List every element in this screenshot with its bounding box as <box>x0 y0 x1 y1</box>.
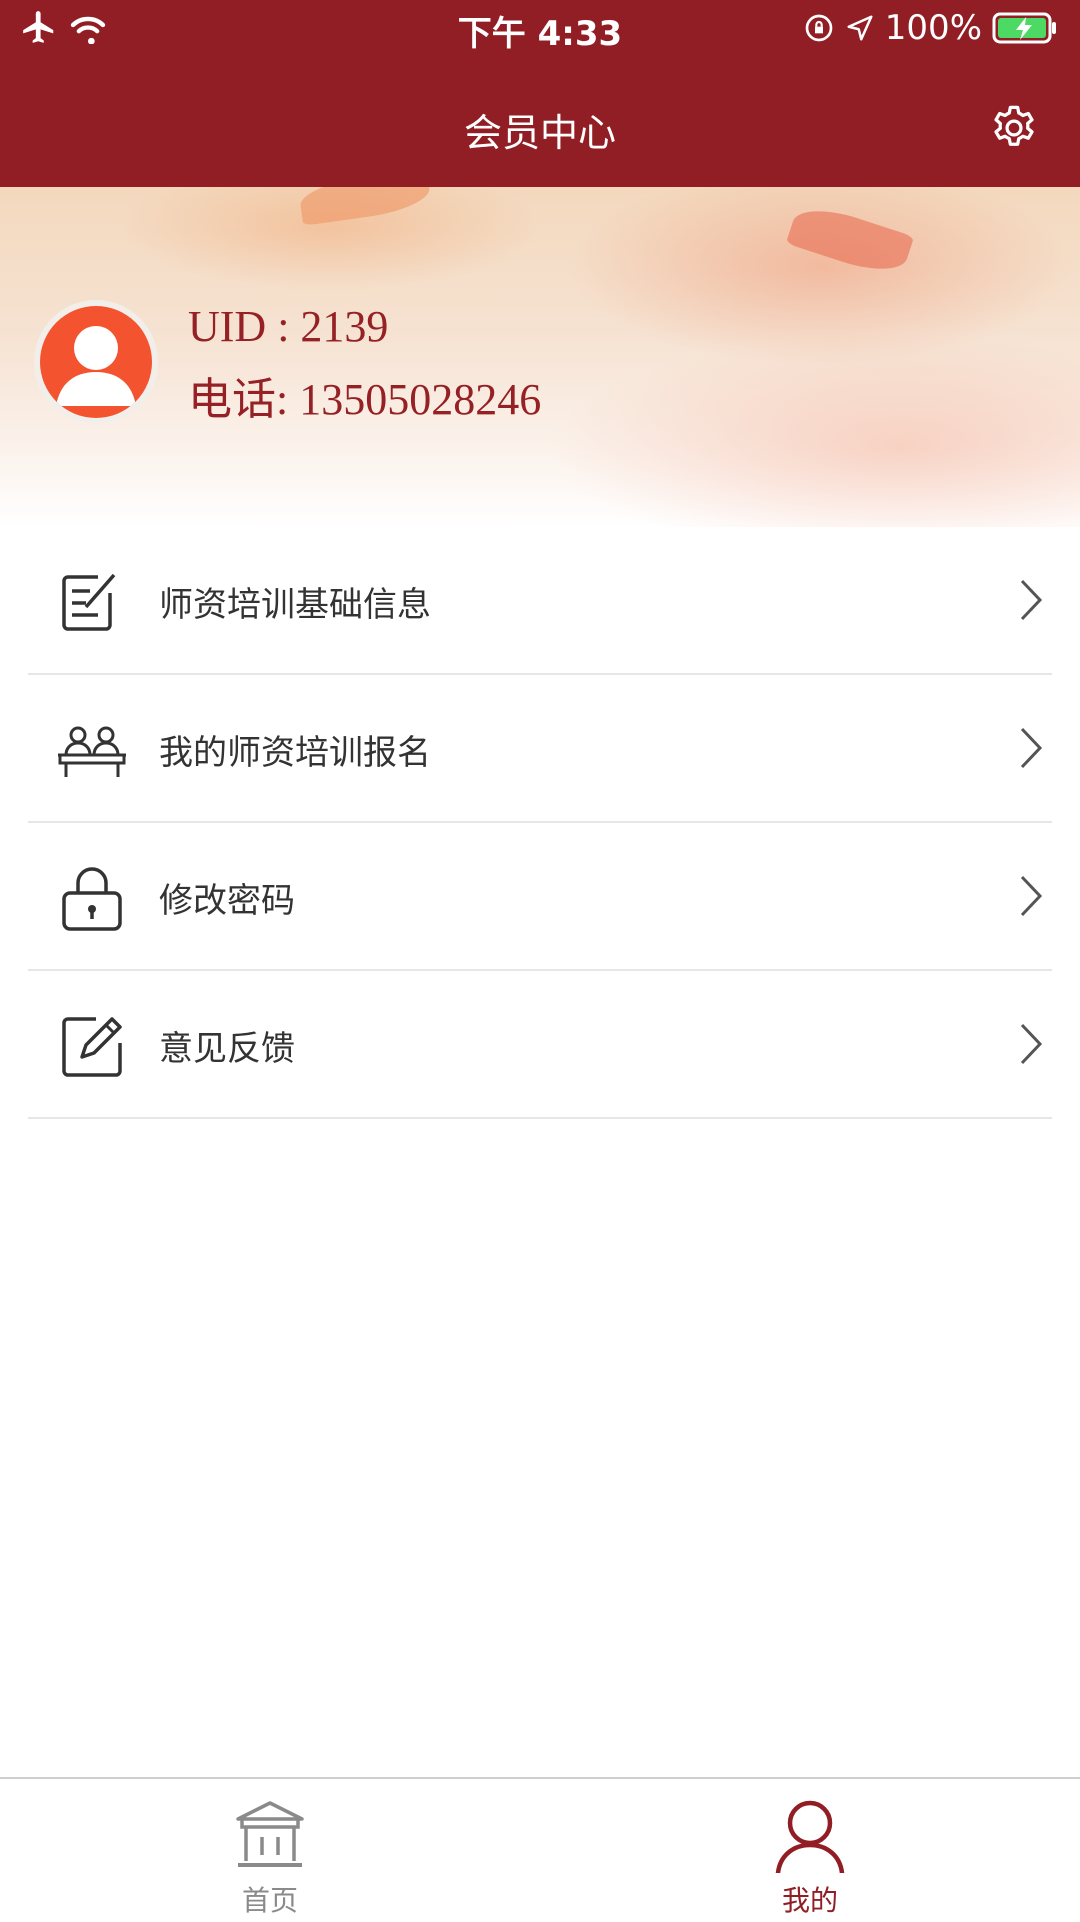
app-header: 下午 4:33 100% 会员中心 <box>0 0 1080 187</box>
page-title: 会员中心 <box>463 111 616 155</box>
battery-charging-icon <box>992 12 1056 44</box>
user-avatar-icon <box>40 306 152 418</box>
chevron-right-icon <box>1020 875 1043 917</box>
menu-item-label: 师资培训基础信息 <box>159 585 431 625</box>
banner-leaf-decoration <box>785 199 915 281</box>
chevron-right-icon <box>1020 1023 1043 1065</box>
person-icon <box>775 1800 845 1873</box>
tab-mine[interactable]: 我的 <box>540 1779 1080 1922</box>
tab-bar: 首页 我的 <box>0 1777 1080 1922</box>
settings-button[interactable] <box>988 102 1040 154</box>
menu-item-change-password[interactable]: 修改密码 <box>28 823 1052 971</box>
user-uid: UID : 2139 <box>188 302 389 351</box>
people-desk-icon <box>58 726 126 777</box>
rotation-lock-icon <box>805 14 833 42</box>
lock-icon <box>62 867 122 931</box>
banner-leaf-decoration <box>297 187 433 226</box>
menu-item-label: 意见反馈 <box>159 1029 295 1069</box>
menu-item-label: 修改密码 <box>159 881 295 921</box>
tab-home[interactable]: 首页 <box>0 1779 540 1922</box>
document-edit-icon <box>62 573 116 631</box>
avatar[interactable] <box>34 300 158 424</box>
tab-label: 我的 <box>781 1884 838 1917</box>
pencil-square-icon <box>62 1017 122 1077</box>
chevron-right-icon <box>1020 727 1043 769</box>
menu-item-my-training-registration[interactable]: 我的师资培训报名 <box>28 675 1052 823</box>
battery-percentage: 100% <box>884 8 982 48</box>
menu-list: 师资培训基础信息 我的师资培训报名 修改密码 意见反馈 <box>28 527 1052 1119</box>
menu-item-teacher-training-info[interactable]: 师资培训基础信息 <box>28 527 1052 675</box>
chevron-right-icon <box>1020 579 1043 621</box>
menu-item-feedback[interactable]: 意见反馈 <box>28 971 1052 1119</box>
status-right: 100% <box>803 8 1058 48</box>
gear-icon <box>994 105 1034 146</box>
profile-banner: UID : 2139 电话: 13505028246 <box>0 187 1080 527</box>
status-bar: 下午 4:33 100% <box>0 0 1080 60</box>
building-icon <box>236 1801 304 1867</box>
user-phone: 电话: 13505028246 <box>188 375 542 424</box>
location-icon <box>847 15 873 41</box>
menu-item-label: 我的师资培训报名 <box>159 733 431 773</box>
tab-label: 首页 <box>241 1884 298 1917</box>
